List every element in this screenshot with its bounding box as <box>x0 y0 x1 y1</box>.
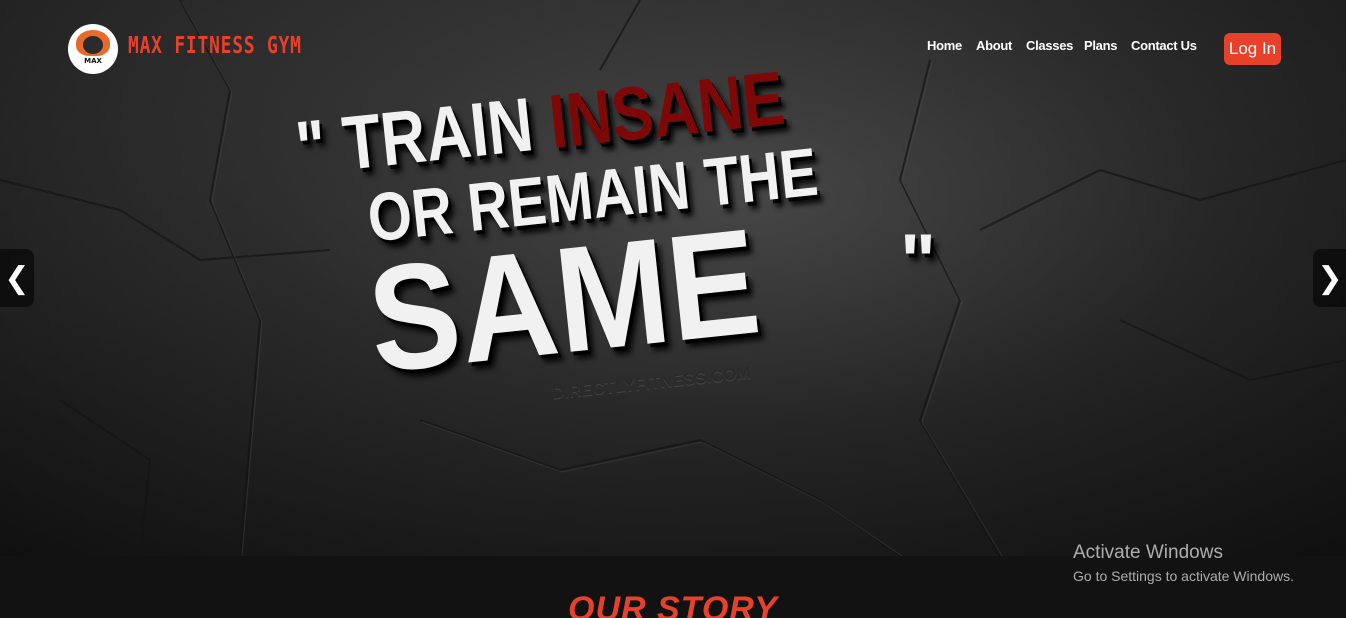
windows-activation-watermark: Activate Windows Go to Settings to activ… <box>1073 542 1294 585</box>
carousel-next-button[interactable]: ❯ <box>1313 249 1346 307</box>
login-button[interactable]: Log In <box>1224 33 1281 65</box>
activate-title: Activate Windows <box>1073 542 1223 563</box>
nav-about[interactable]: About <box>976 38 1012 53</box>
nav-classes[interactable]: Classes <box>1026 38 1073 53</box>
chevron-left-icon: ❮ <box>4 260 30 296</box>
activate-subtitle: Go to Settings to activate Windows. <box>1073 568 1294 584</box>
carousel-prev-button[interactable]: ❮ <box>0 249 34 307</box>
hero-carousel: MAX MAX FITNESS GYM Home About Classes P… <box>0 0 1346 556</box>
nav-home[interactable]: Home <box>927 38 962 53</box>
quote-close-mark: " <box>900 219 937 304</box>
chevron-right-icon: ❯ <box>1317 260 1343 296</box>
logo-text: MAX <box>84 57 102 65</box>
section-title: OUR STORY <box>568 590 778 618</box>
main-nav: Home About Classes Plans Contact Us <box>0 38 1346 58</box>
nav-plans[interactable]: Plans <box>1084 38 1117 53</box>
quote-line-3: SAME <box>361 196 767 405</box>
nav-contact-us[interactable]: Contact Us <box>1131 38 1197 53</box>
